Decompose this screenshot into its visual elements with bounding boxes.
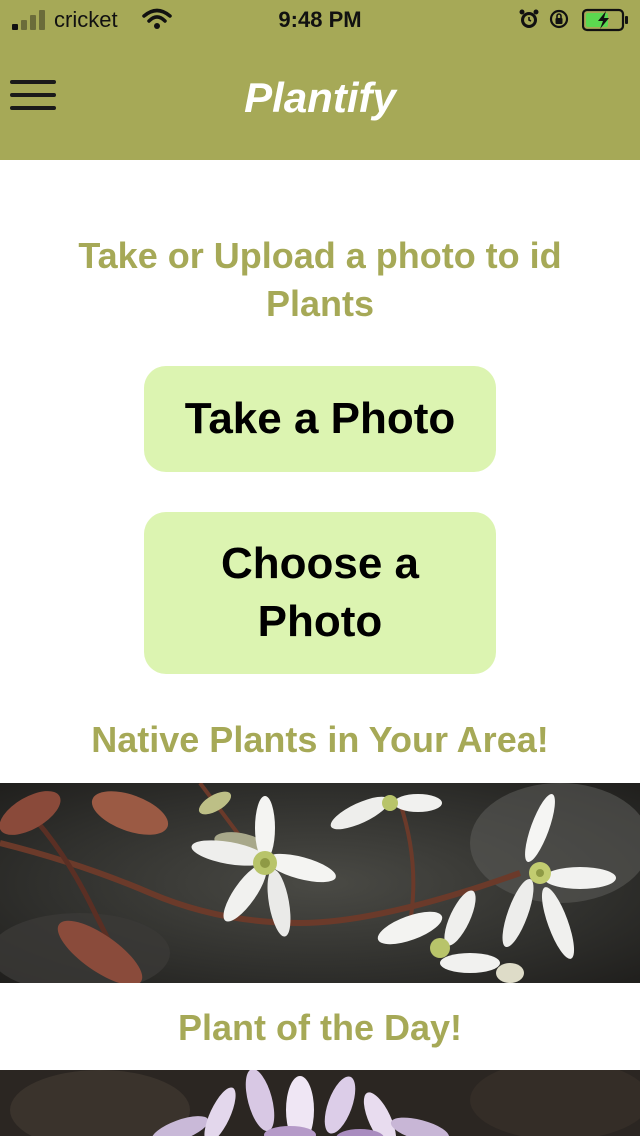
app-header: cricket 9:48 PM Plantify [0, 0, 640, 160]
plant-of-the-day-photo[interactable] [0, 1070, 640, 1136]
plant-of-day-image [0, 1070, 640, 1136]
native-plants-photo[interactable] [0, 783, 640, 983]
plant-of-the-day-heading: Plant of the Day! [177, 1007, 463, 1048]
choose-photo-label: Choose a Photo [220, 539, 420, 646]
intro-heading: Take or Upload a photo to id Plants [78, 235, 562, 324]
native-flowers-image [0, 783, 640, 983]
take-photo-button[interactable]: Take a Photo [144, 366, 496, 472]
app-screen: cricket 9:48 PM Plantify Take or Upload … [0, 0, 640, 1136]
take-photo-label: Take a Photo [184, 394, 456, 443]
status-bar: cricket 9:48 PM [0, 0, 640, 40]
app-title: Plantify [244, 74, 396, 121]
choose-photo-button[interactable]: Choose a Photo [144, 512, 496, 674]
battery-charging-icon [582, 8, 628, 32]
native-plants-heading: Native Plants in Your Area! [91, 719, 549, 760]
alarm-icon [519, 9, 539, 28]
rotation-lock-icon [549, 9, 569, 29]
status-time: 9:48 PM [278, 7, 362, 32]
